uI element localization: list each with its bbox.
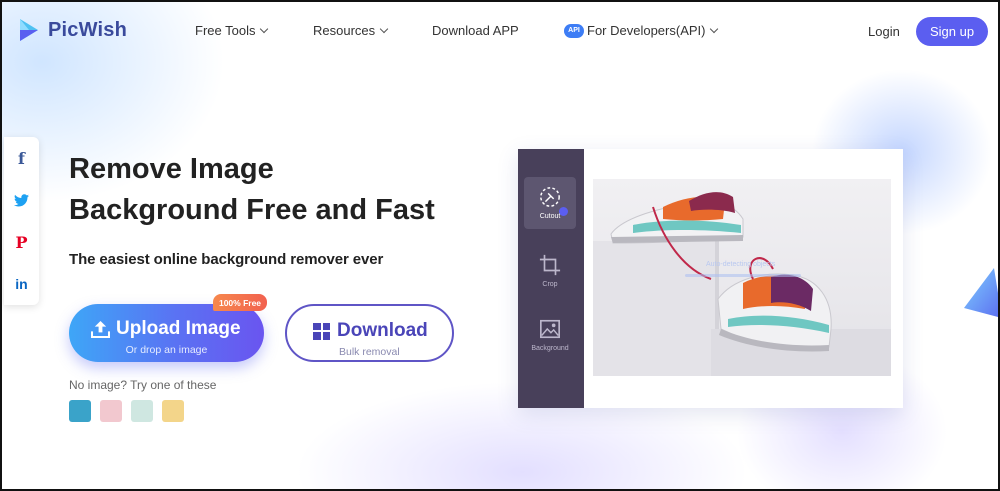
free-badge: 100% Free xyxy=(213,294,267,311)
download-button[interactable]: Download Bulk removal xyxy=(285,304,454,362)
tool-cutout[interactable]: Cutout xyxy=(524,177,576,229)
demo-toolbar: Cutout Crop Background xyxy=(518,149,584,408)
linkedin-glyph: in xyxy=(15,276,28,292)
logo[interactable]: PicWish xyxy=(16,17,127,43)
sample-image-4[interactable] xyxy=(162,400,184,422)
cutout-icon xyxy=(540,187,560,207)
title-line-2: Background Free and Fast xyxy=(69,194,435,226)
signup-button[interactable]: Sign up xyxy=(916,17,988,46)
top-nav: PicWish Free Tools Resources Download AP… xyxy=(2,2,998,60)
sample-prompt: No image? Try one of these xyxy=(69,378,217,392)
tool-background-label: Background xyxy=(531,345,569,352)
windows-icon xyxy=(313,322,330,340)
picwish-logo-icon xyxy=(20,19,38,41)
sneakers-image xyxy=(593,192,891,376)
download-label: Download xyxy=(337,320,428,341)
nav-free-tools-label: Free Tools xyxy=(195,23,256,38)
nav-resources-label: Resources xyxy=(313,23,376,38)
upload-icon xyxy=(91,320,110,338)
page-title: Remove Image Background Free and Fast xyxy=(69,149,489,231)
nav-resources[interactable]: Resources xyxy=(313,23,389,38)
nav-download-app-label: Download APP xyxy=(432,23,519,38)
tool-cutout-label: Cutout xyxy=(539,213,561,220)
hero-subtitle: The easiest online background remover ev… xyxy=(69,251,384,268)
crop-icon xyxy=(539,254,561,276)
linkedin-icon[interactable]: in xyxy=(4,263,39,305)
tool-crop[interactable]: Crop xyxy=(524,245,576,297)
tool-crop-label: Crop xyxy=(542,281,558,288)
upload-sublabel: Or drop an image xyxy=(125,344,208,356)
upload-image-button[interactable]: Upload Image Or drop an image xyxy=(69,304,264,362)
facebook-icon[interactable]: f xyxy=(4,137,39,179)
tool-background[interactable]: Background xyxy=(524,309,576,361)
nav-free-tools[interactable]: Free Tools xyxy=(195,23,269,38)
chevron-down-icon xyxy=(260,24,269,33)
sample-image-2[interactable] xyxy=(100,400,122,422)
sample-images xyxy=(69,400,184,422)
facebook-glyph: f xyxy=(18,148,25,168)
chevron-down-icon xyxy=(710,24,719,33)
pinterest-icon[interactable]: P xyxy=(4,221,39,263)
nav-developers-label: For Developers(API) xyxy=(587,23,706,38)
sample-image-1[interactable] xyxy=(69,400,91,422)
title-line-1: Remove Image xyxy=(69,153,274,185)
nav-developers[interactable]: API For Developers(API) xyxy=(564,23,719,38)
login-link[interactable]: Login xyxy=(868,24,900,39)
sample-image-3[interactable] xyxy=(131,400,153,422)
social-share-bar: f P in xyxy=(4,137,39,305)
cursor-dot xyxy=(559,207,568,216)
demo-photo xyxy=(593,179,891,376)
chevron-down-icon xyxy=(379,24,389,33)
download-sublabel: Bulk removal xyxy=(339,346,400,358)
decorative-triangle xyxy=(964,268,998,317)
scan-line xyxy=(685,274,801,277)
twitter-bird-icon xyxy=(14,193,29,206)
image-icon xyxy=(540,319,560,339)
api-cloud-icon: API xyxy=(564,23,584,38)
page-frame: PicWish Free Tools Resources Download AP… xyxy=(0,0,1000,491)
nav-download-app[interactable]: Download APP xyxy=(432,23,519,38)
logo-text: PicWish xyxy=(48,18,128,41)
pinterest-glyph: P xyxy=(15,232,28,252)
download-main: Download xyxy=(313,320,428,342)
scan-label: Auto-detecting objects xyxy=(706,261,776,268)
upload-label: Upload Image xyxy=(116,318,241,339)
twitter-icon[interactable] xyxy=(4,179,39,221)
upload-main: Upload Image xyxy=(91,318,241,340)
